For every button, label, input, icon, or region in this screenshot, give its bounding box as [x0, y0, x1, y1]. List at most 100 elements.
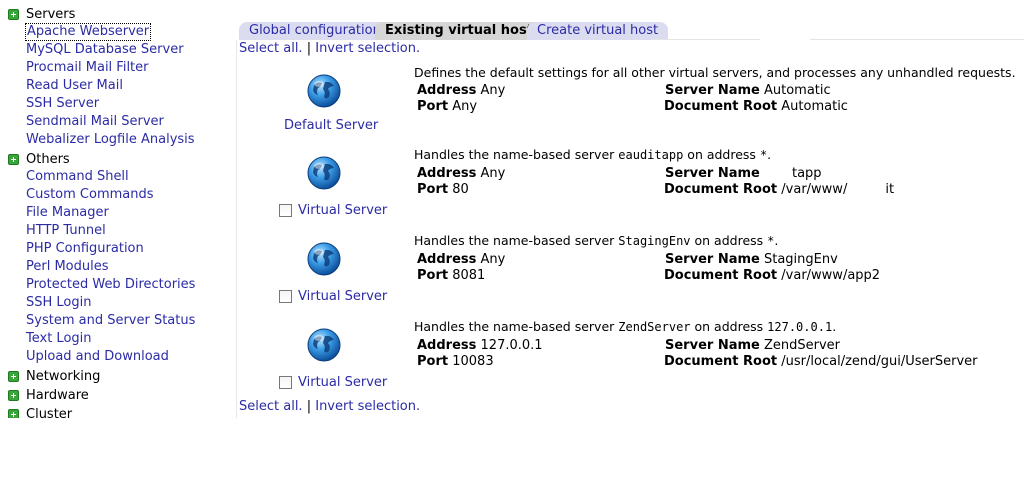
document-root-value-b: it — [885, 182, 895, 197]
server-description: Handles the name-based server eauditapp … — [414, 147, 771, 163]
document-root-field: Document Root /usr/local/zend/gui/UserSe… — [664, 354, 978, 370]
invert-selection-link[interactable]: Invert selection. — [315, 399, 420, 414]
desc-address: 127.0.0.1 — [767, 320, 833, 334]
category-label: Networking — [26, 368, 101, 384]
sidebar-item-custom-commands[interactable]: Custom Commands — [26, 186, 154, 204]
server-name-field: Server Name Automatic — [665, 83, 831, 99]
document-root-label: Document Root — [664, 99, 778, 114]
select-links-bottom: Select all. | Invert selection. — [239, 399, 420, 415]
expand-plus-icon[interactable] — [8, 408, 19, 418]
desc-end: . — [832, 319, 837, 334]
sidebar-item-command-shell[interactable]: Command Shell — [26, 168, 129, 186]
port-value: Any — [452, 99, 478, 114]
category-servers[interactable]: Servers — [8, 5, 75, 23]
server-description: Handles the name-based server StagingEnv… — [414, 233, 778, 249]
tab-underline — [651, 39, 1024, 40]
sidebar-item-read-user-mail[interactable]: Read User Mail — [26, 77, 123, 95]
address-field: Address 127.0.0.1 — [417, 338, 543, 354]
sidebar-item-ssh-login[interactable]: SSH Login — [26, 294, 91, 312]
server-name-label: Server Name — [665, 252, 760, 267]
sidebar-item-apache-webserver[interactable]: Apache Webserver — [25, 23, 152, 41]
sidebar-item-file-manager[interactable]: File Manager — [26, 204, 109, 222]
expand-plus-icon[interactable] — [8, 389, 19, 401]
port-label: Port — [417, 99, 449, 114]
select-all-link[interactable]: Select all. — [239, 399, 303, 414]
server-name-value: StagingEnv — [763, 252, 838, 267]
category-networking[interactable]: Networking — [8, 367, 100, 385]
sidebar-item-upload-download[interactable]: Upload and Download — [26, 348, 169, 366]
sidebar-item-sendmail[interactable]: Sendmail Mail Server — [26, 113, 164, 131]
server-description: Handles the name-based server ZendServer… — [414, 319, 836, 335]
globe-icon[interactable] — [306, 327, 342, 363]
category-label: Hardware — [26, 387, 89, 403]
address-label: Address — [417, 83, 477, 98]
port-value: 8081 — [452, 268, 486, 283]
select-checkbox[interactable] — [279, 290, 292, 303]
tab-existing-virtual-hosts[interactable]: Existing virtual hosts — [375, 22, 551, 40]
sidebar-item-mysql[interactable]: MySQL Database Server — [26, 41, 184, 59]
address-field: Address Any — [417, 252, 505, 268]
tab-create-virtual-host[interactable]: Create virtual host — [527, 22, 669, 40]
select-all-link[interactable]: Select all. — [239, 41, 303, 56]
category-others[interactable]: Others — [8, 150, 70, 168]
tab-underline-gap — [760, 39, 810, 40]
port-label: Port — [417, 268, 449, 283]
globe-icon[interactable] — [306, 155, 342, 191]
virtual-server-link[interactable]: Virtual Server — [298, 375, 387, 391]
globe-icon[interactable] — [306, 73, 342, 109]
sidebar-item-procmail[interactable]: Procmail Mail Filter — [26, 59, 149, 77]
sidebar-item-ssh-server[interactable]: SSH Server — [26, 95, 99, 113]
desc-end: . — [767, 147, 772, 162]
server-name-label: Server Name — [665, 83, 760, 98]
expand-plus-icon[interactable] — [8, 8, 19, 20]
server-name-label: Server Name — [665, 338, 760, 353]
desc-prefix: Handles the name-based server — [414, 233, 615, 248]
port-label: Port — [417, 182, 449, 197]
category-cluster[interactable]: Cluster — [8, 405, 72, 418]
server-name-value: ZendServer — [763, 338, 841, 353]
sidebar-item-system-server-status[interactable]: System and Server Status — [26, 312, 195, 330]
desc-prefix: Handles the name-based server — [414, 319, 615, 334]
expand-plus-icon[interactable] — [8, 370, 19, 382]
sidebar-item-http-tunnel[interactable]: HTTP Tunnel — [26, 222, 106, 240]
server-name-label: Server Name — [665, 166, 760, 181]
port-field: Port 8081 — [417, 268, 485, 284]
expand-plus-icon[interactable] — [8, 153, 19, 165]
category-label: Others — [26, 151, 70, 167]
port-field: Port 80 — [417, 182, 469, 198]
server-description: Defines the default settings for all oth… — [414, 65, 1016, 80]
sidebar-divider — [236, 40, 237, 418]
port-field: Port Any — [417, 99, 477, 115]
sidebar-item-text-login[interactable]: Text Login — [26, 330, 92, 348]
address-value: Any — [480, 252, 506, 267]
link-separator: | — [306, 41, 312, 56]
category-label: Cluster — [26, 406, 73, 419]
select-links-top: Select all. | Invert selection. — [239, 41, 420, 57]
sidebar-item-php-configuration[interactable]: PHP Configuration — [26, 240, 144, 258]
server-name-value: Automatic — [763, 83, 831, 98]
default-server-link[interactable]: Default Server — [284, 118, 378, 134]
document-root-value: /usr/local/zend/gui/UserServer — [781, 354, 978, 369]
select-checkbox[interactable] — [279, 376, 292, 389]
globe-icon[interactable] — [306, 241, 342, 277]
sidebar-item-protected-web-directories[interactable]: Protected Web Directories — [26, 276, 195, 294]
desc-server-name: ZendServer — [618, 320, 691, 334]
address-field: Address Any — [417, 83, 505, 99]
virtual-server-link[interactable]: Virtual Server — [298, 203, 387, 219]
port-value: 80 — [452, 182, 469, 197]
desc-end: . — [774, 233, 779, 248]
virtual-server-link[interactable]: Virtual Server — [298, 289, 387, 305]
link-separator: | — [306, 399, 312, 414]
select-checkbox[interactable] — [279, 204, 292, 217]
invert-selection-link[interactable]: Invert selection. — [315, 41, 420, 56]
port-label: Port — [417, 354, 449, 369]
address-value: 127.0.0.1 — [480, 338, 543, 353]
category-hardware[interactable]: Hardware — [8, 386, 89, 404]
desc-server-name: StagingEnv — [618, 234, 691, 248]
sidebar-item-perl-modules[interactable]: Perl Modules — [26, 258, 109, 276]
document-root-value-a: /var/www/ — [781, 182, 848, 197]
tab-global-configuration[interactable]: Global configuration — [239, 22, 391, 40]
sidebar-item-webalizer[interactable]: Webalizer Logfile Analysis — [26, 131, 195, 149]
server-name-field: Server Name tapp — [665, 166, 822, 182]
document-root-value: Automatic — [781, 99, 848, 114]
